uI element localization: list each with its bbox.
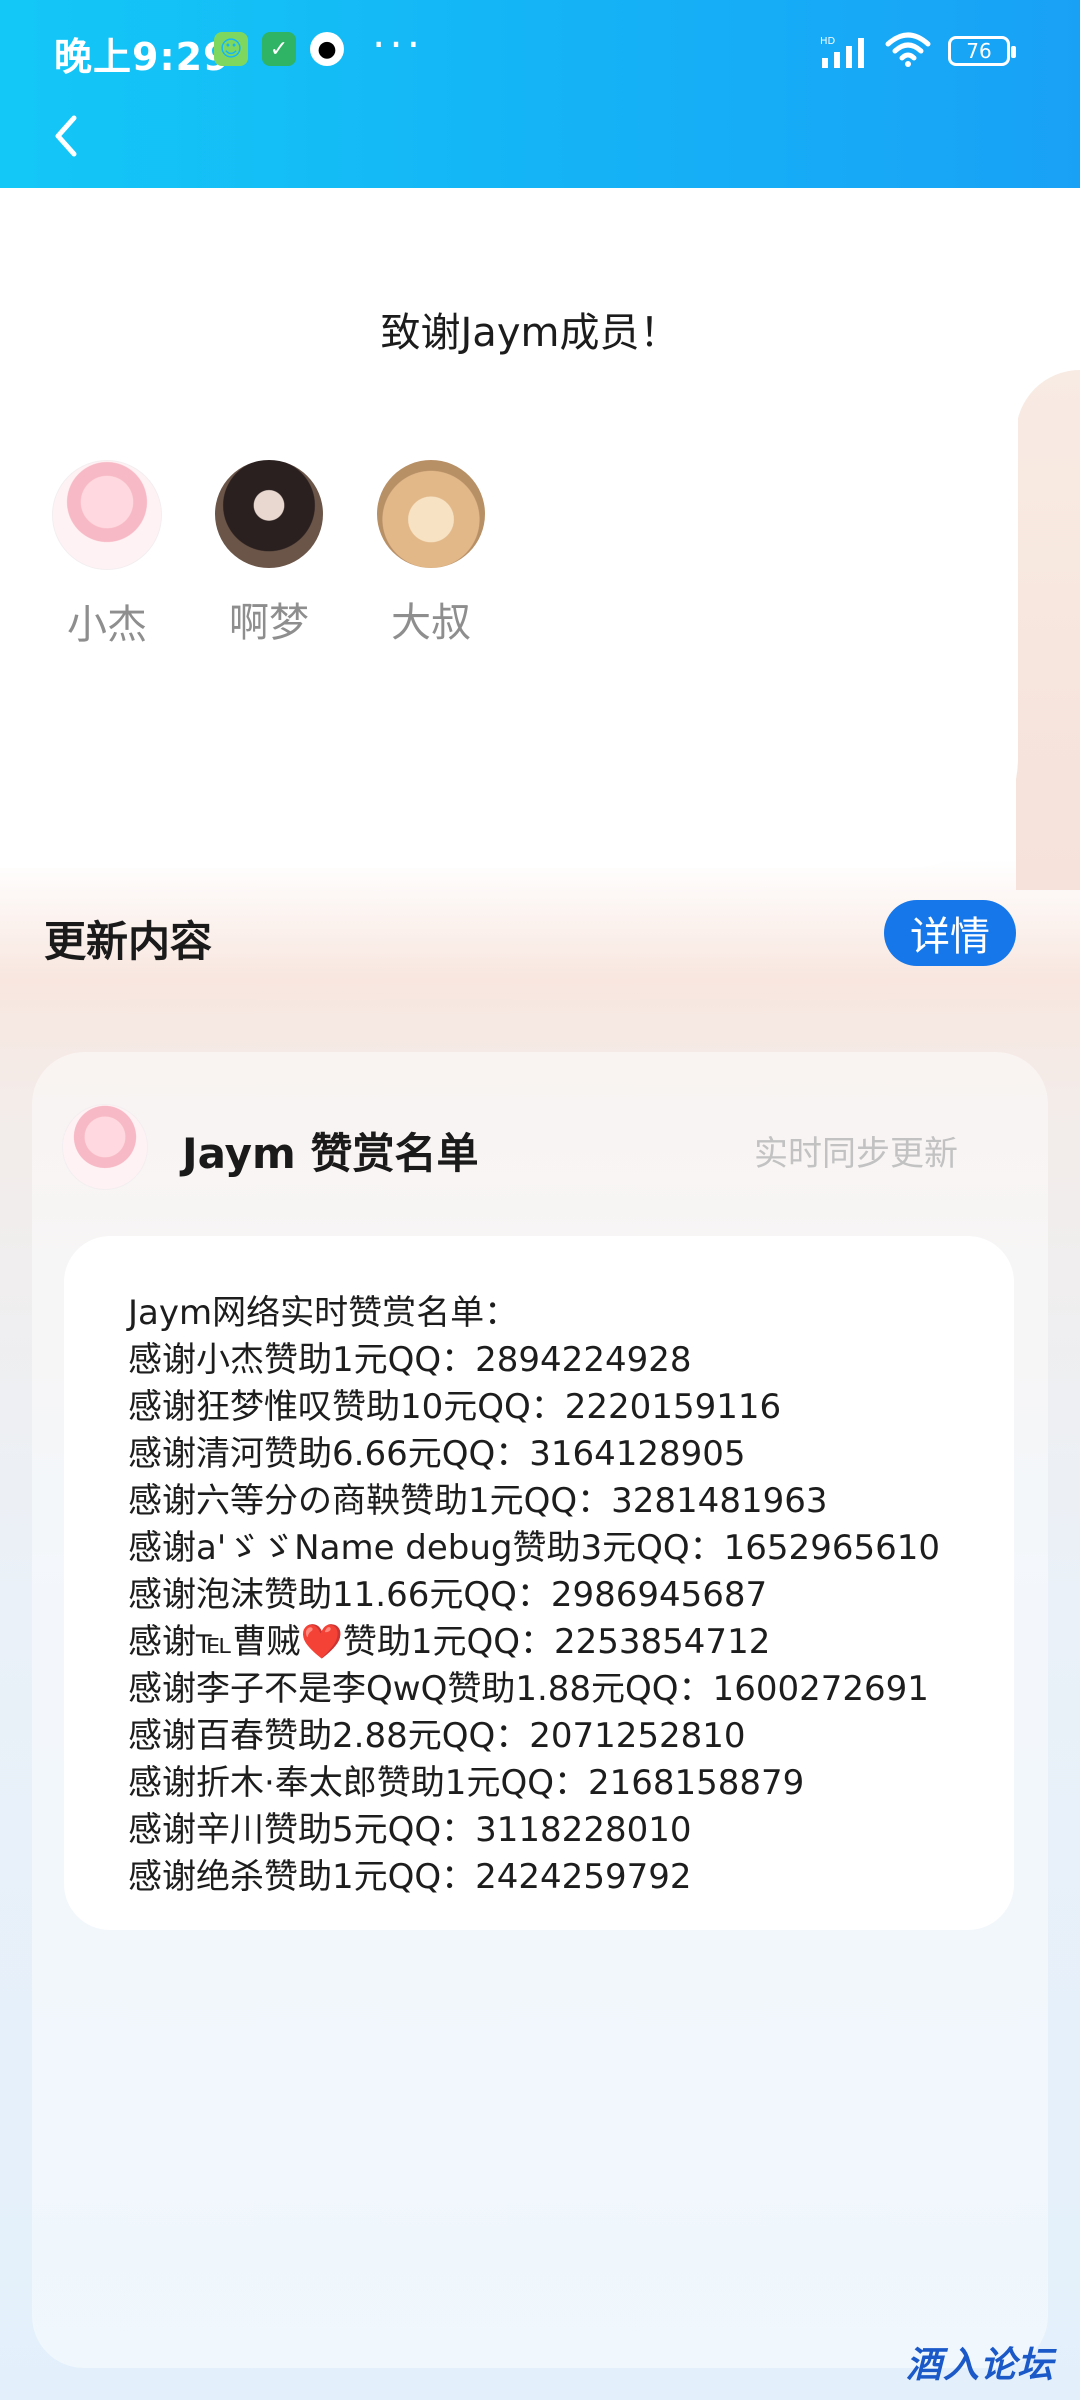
decorative-accent (1016, 370, 1080, 890)
app-header: 晚上9:29 ☺ ✓ ● ··· HD 76 (0, 0, 1080, 188)
member-name: 小杰 (67, 602, 147, 648)
member-item[interactable]: 啊梦 (214, 460, 324, 648)
sponsor-line: 感谢李子不是李QwQ赞助1.88元QQ：1600272691 (128, 1669, 929, 1709)
update-section-title: 更新内容 (44, 917, 213, 966)
sponsor-line: 感谢百春赞助2.88元QQ：2071252810 (128, 1716, 746, 1756)
member-avatar (215, 460, 323, 568)
app-notification-icon: ☺ (214, 32, 248, 66)
member-name: 啊梦 (229, 600, 309, 646)
sponsor-line: 感谢折木·奉太郎赞助1元QQ：2168158879 (128, 1763, 805, 1803)
sponsor-list: Jaym网络实时赞赏名单： 感谢小杰赞助1元QQ：2894224928 感谢狂梦… (128, 1290, 940, 1901)
qq-penguin-icon: ● (310, 32, 344, 66)
svg-text:HD: HD (820, 36, 836, 47)
detail-button[interactable]: 详情 (884, 900, 1016, 966)
member-name: 大叔 (391, 600, 471, 646)
sponsor-line: 感谢泡沫赞助11.66元QQ：2986945687 (128, 1575, 768, 1615)
sponsor-card-title: Jaym 赞赏名单 (182, 1129, 479, 1178)
battery-level: 76 (966, 39, 992, 63)
card-avatar (62, 1104, 148, 1190)
sponsor-line: Jaym网络实时赞赏名单： (128, 1293, 519, 1333)
signal-strength-icon: HD (820, 36, 864, 68)
member-avatar (52, 460, 162, 570)
status-bar: 晚上9:29 ☺ ✓ ● ··· HD 76 (0, 0, 1080, 104)
more-notifications-icon: ··· (372, 20, 425, 69)
shield-icon: ✓ (262, 32, 296, 66)
forum-watermark: 酒入论坛 (906, 2345, 1055, 2386)
sponsor-line: 感谢狂梦惟叹赞助10元QQ：2220159116 (128, 1387, 782, 1427)
sponsor-line: 感谢小杰赞助1元QQ：2894224928 (128, 1340, 692, 1380)
back-arrow-icon[interactable] (46, 108, 86, 164)
sponsor-card-subtitle: 实时同步更新 (754, 1134, 958, 1174)
sponsor-line: 感谢清河赞助6.66元QQ：3164128905 (128, 1434, 746, 1474)
status-time: 晚上9:29 (54, 35, 231, 79)
sponsor-line: 感谢绝杀赞助1元QQ：2424259792 (128, 1857, 692, 1897)
wifi-icon (885, 32, 931, 67)
thanks-title: 致谢Jaym成员！ (380, 310, 680, 356)
sponsor-line: 感谢℡曹贼❤️赞助1元QQ：2253854712 (128, 1622, 771, 1662)
member-item[interactable]: 大叔 (376, 460, 486, 648)
battery-icon: 76 (948, 36, 1016, 66)
sponsor-line: 感谢a'ゞゞName debug赞助3元QQ：1652965610 (128, 1528, 940, 1568)
sponsor-line: 感谢辛川赞助5元QQ：3118228010 (128, 1810, 692, 1850)
member-item[interactable]: 小杰 (52, 460, 162, 650)
member-avatar (377, 460, 485, 568)
sponsor-line: 感谢六等分の商鞅赞助1元QQ：3281481963 (128, 1481, 828, 1521)
